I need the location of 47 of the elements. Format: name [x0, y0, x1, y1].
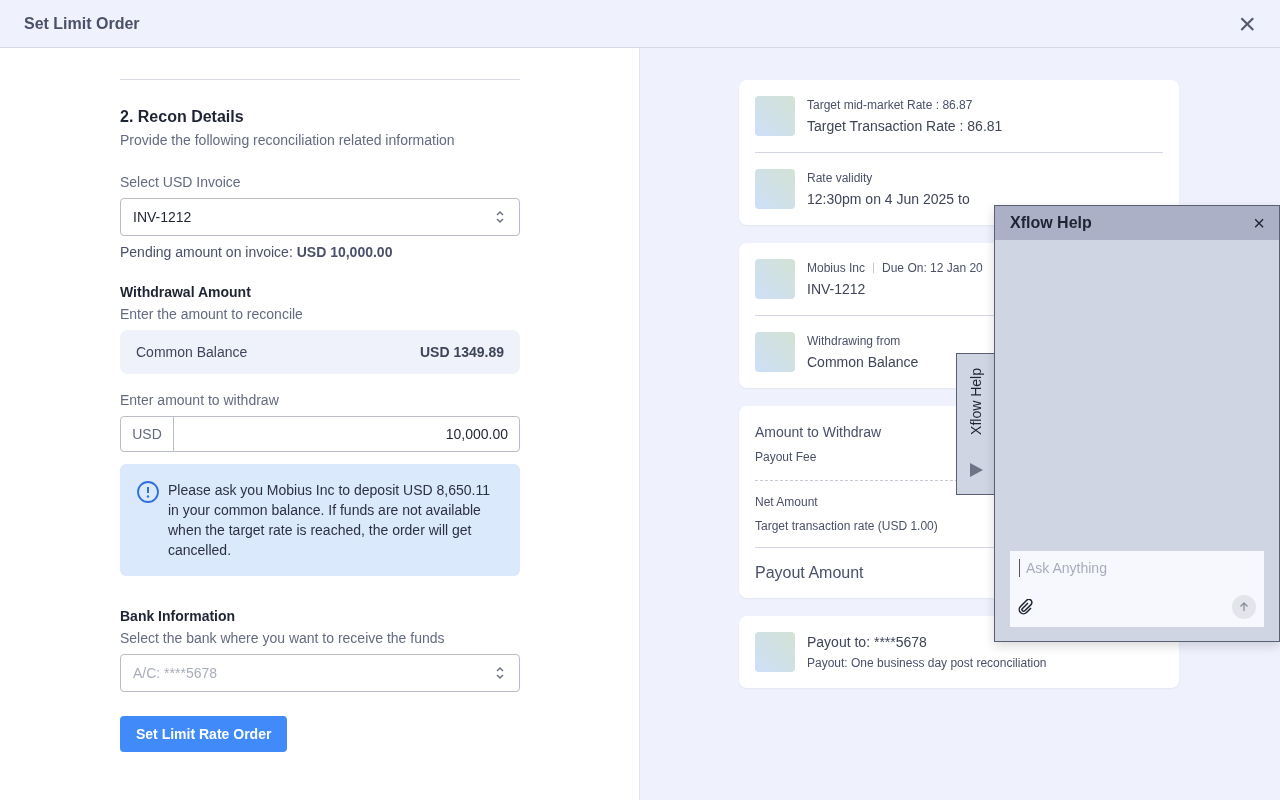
rate-label: Target transaction rate (USD 1.00)	[755, 519, 939, 533]
dialog-title: Set Limit Order	[24, 14, 140, 33]
net-label: Net Amount	[755, 495, 819, 509]
field-label: Select USD Invoice	[120, 174, 242, 190]
currency-label: USD	[121, 417, 174, 451]
row-value: Target Transaction Rate : 86.81	[807, 118, 1003, 134]
row-value: Payout to: ****5678	[807, 634, 928, 650]
withdrawal-subtitle: Enter the amount to reconcile	[120, 306, 304, 322]
thumbnail-icon	[755, 96, 795, 136]
field-label: Enter amount to withdraw	[120, 392, 280, 408]
help-tab[interactable]: Xflow Help	[956, 353, 995, 495]
bank-title: Bank Information	[120, 608, 237, 624]
section-title: 2. Recon Details	[120, 108, 245, 126]
bank-subtitle: Select the bank where you want to receive the funds	[120, 630, 446, 646]
thumbnail-icon	[755, 169, 795, 209]
thumbnail-icon	[755, 259, 795, 299]
payout-label: Payout Amount	[755, 564, 864, 582]
chevron-icon	[495, 665, 505, 681]
balance-label: Common Balance	[136, 344, 248, 360]
amount-value: 10,000.00	[444, 425, 509, 444]
ask-field[interactable]: Ask Anything	[1019, 559, 1256, 577]
thumbnail-icon	[755, 632, 795, 672]
help-title: Xflow Help	[1010, 214, 1092, 232]
fee-label: Payout Fee	[755, 450, 818, 464]
close-button[interactable]: ×	[1253, 213, 1265, 233]
row-value: Common Balance	[807, 354, 919, 370]
due-date: Due On: 12 Jan 20	[882, 261, 983, 275]
row-label: Target mid-market Rate : 86.87	[807, 98, 973, 112]
row-value: 12:30pm on 4 Jun 2025 to	[807, 191, 970, 207]
withdrawal-title: Withdrawal Amount	[120, 284, 252, 300]
row-value: INV-1212	[807, 281, 867, 297]
info-icon	[136, 480, 160, 504]
row-label: Payout: One business day post reconciliation	[807, 656, 1047, 670]
paperclip-icon[interactable]	[1018, 599, 1034, 615]
invoice-select[interactable]: INV-1212	[120, 198, 520, 236]
row-label: Withdrawing from	[807, 334, 901, 348]
play-icon	[968, 462, 984, 478]
pending-amount: Pending amount on invoice: USD 10,000.00	[120, 244, 394, 260]
chevron-icon	[495, 209, 505, 225]
amount-field[interactable]: USD 10,000.00	[120, 416, 520, 452]
balance-value: USD 1349.89	[419, 344, 504, 360]
row-label: Mobius Inc	[807, 261, 866, 275]
section-subtitle: Provide the following reconciliation related information	[120, 132, 456, 148]
thumbnail-icon	[755, 332, 795, 372]
row-label: Rate validity	[807, 171, 873, 185]
notice-text: Please ask you Mobius Inc to deposit USD 8,650.11 in your common balance. If funds are not available when the target rate is reached, the order will get cancelled.	[168, 481, 491, 560]
close-button[interactable]: ×	[1238, 8, 1256, 39]
